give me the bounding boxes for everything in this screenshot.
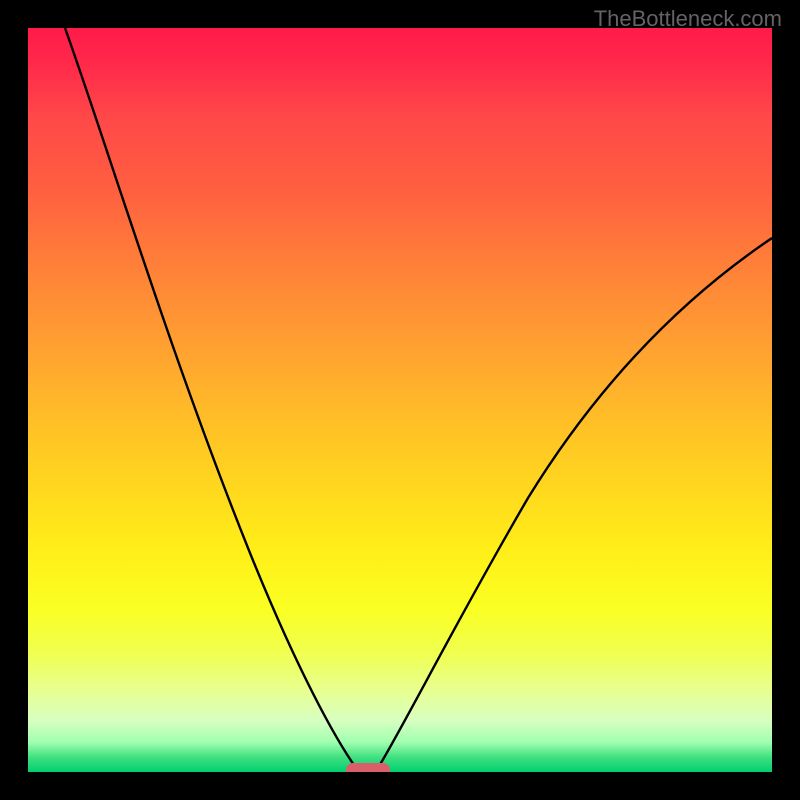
bottleneck-marker xyxy=(346,763,390,772)
left-curve xyxy=(65,28,356,768)
watermark-text: TheBottleneck.com xyxy=(594,6,782,32)
right-curve xyxy=(378,238,772,768)
plot-area xyxy=(28,28,772,772)
curve-layer xyxy=(28,28,772,772)
